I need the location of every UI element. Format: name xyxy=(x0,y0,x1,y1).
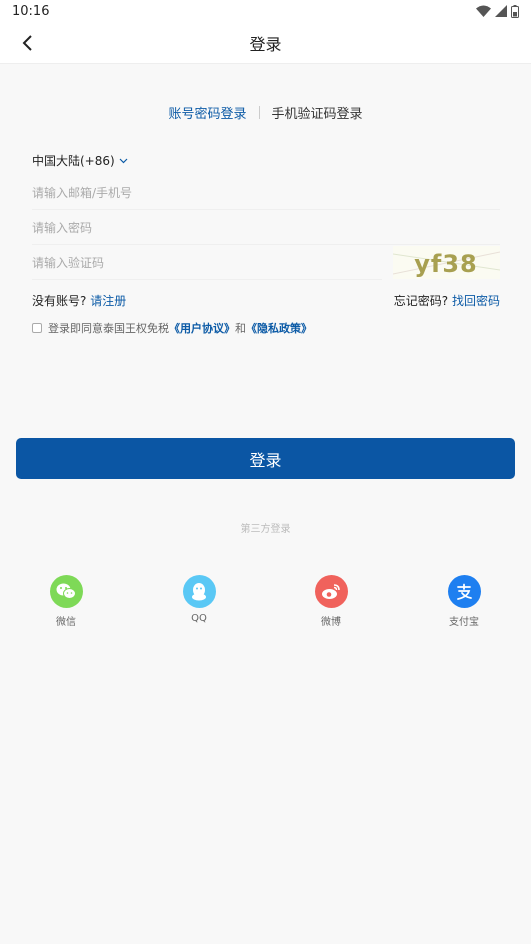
login-tabs: 账号密码登录 手机验证码登录 xyxy=(0,103,531,122)
alipay-label: 支付宝 xyxy=(449,617,479,628)
wechat-icon xyxy=(49,575,83,608)
wechat-label: 微信 xyxy=(56,617,76,628)
status-bar: 10:16 xyxy=(0,0,531,22)
register-link[interactable]: 请注册 xyxy=(90,294,126,308)
privacy-policy-link[interactable]: 《隐私政策》 xyxy=(246,322,312,335)
page-title: 登录 xyxy=(249,34,282,54)
chevron-down-icon xyxy=(119,158,128,163)
tab-password-login[interactable]: 账号密码登录 xyxy=(156,103,258,122)
login-button[interactable]: 登录 xyxy=(16,438,515,479)
region-selector[interactable]: 中国大陆(+86) xyxy=(32,152,128,169)
alipay-icon xyxy=(447,575,481,608)
register-row: 没有账号? 请注册 xyxy=(32,292,126,309)
account-links: 没有账号? 请注册 忘记密码? 找回密码 xyxy=(32,292,500,309)
weibo-label: 微博 xyxy=(321,617,341,628)
weibo-icon xyxy=(314,575,348,608)
email-phone-input[interactable] xyxy=(32,176,500,210)
wechat-login-button[interactable]: 微信 xyxy=(36,575,96,628)
battery-icon xyxy=(511,4,519,18)
qq-login-button[interactable]: QQ xyxy=(169,575,229,624)
password-input[interactable] xyxy=(32,211,500,245)
captcha-text: yf38 xyxy=(414,250,477,278)
forgot-row: 忘记密码? 找回密码 xyxy=(394,292,500,309)
captcha-input[interactable] xyxy=(32,246,382,280)
forgot-text: 忘记密码? xyxy=(393,294,449,308)
status-icons xyxy=(476,4,519,18)
status-time: 10:16 xyxy=(12,3,50,19)
user-agreement-link[interactable]: 《用户协议》 xyxy=(169,322,235,335)
signal-icon xyxy=(495,5,507,17)
region-label: 中国大陆(+86) xyxy=(32,154,115,168)
chevron-left-icon xyxy=(22,35,32,51)
agreement-row: 登录即同意泰国王权免税《用户协议》和《隐私政策》 xyxy=(32,320,312,336)
no-account-text: 没有账号? xyxy=(32,294,87,308)
app-bar: 登录 xyxy=(0,22,531,64)
alipay-login-button[interactable]: 支付宝 xyxy=(434,575,494,628)
tab-sms-login[interactable]: 手机验证码登录 xyxy=(260,103,375,122)
wifi-icon xyxy=(476,5,491,17)
recover-password-link[interactable]: 找回密码 xyxy=(452,294,500,308)
third-party-label: 第三方登录 xyxy=(240,524,291,535)
agreement-checkbox[interactable] xyxy=(32,323,42,333)
captcha-image[interactable]: yf38 xyxy=(393,246,500,279)
qq-icon xyxy=(182,575,216,608)
qq-label: QQ xyxy=(191,613,207,624)
weibo-login-button[interactable]: 微博 xyxy=(301,575,361,628)
agreement-prefix: 登录即同意泰国王权免税 xyxy=(48,322,169,335)
back-button[interactable] xyxy=(14,30,40,56)
agreement-and: 和 xyxy=(235,322,246,335)
agreement-text: 登录即同意泰国王权免税《用户协议》和《隐私政策》 xyxy=(48,320,312,336)
